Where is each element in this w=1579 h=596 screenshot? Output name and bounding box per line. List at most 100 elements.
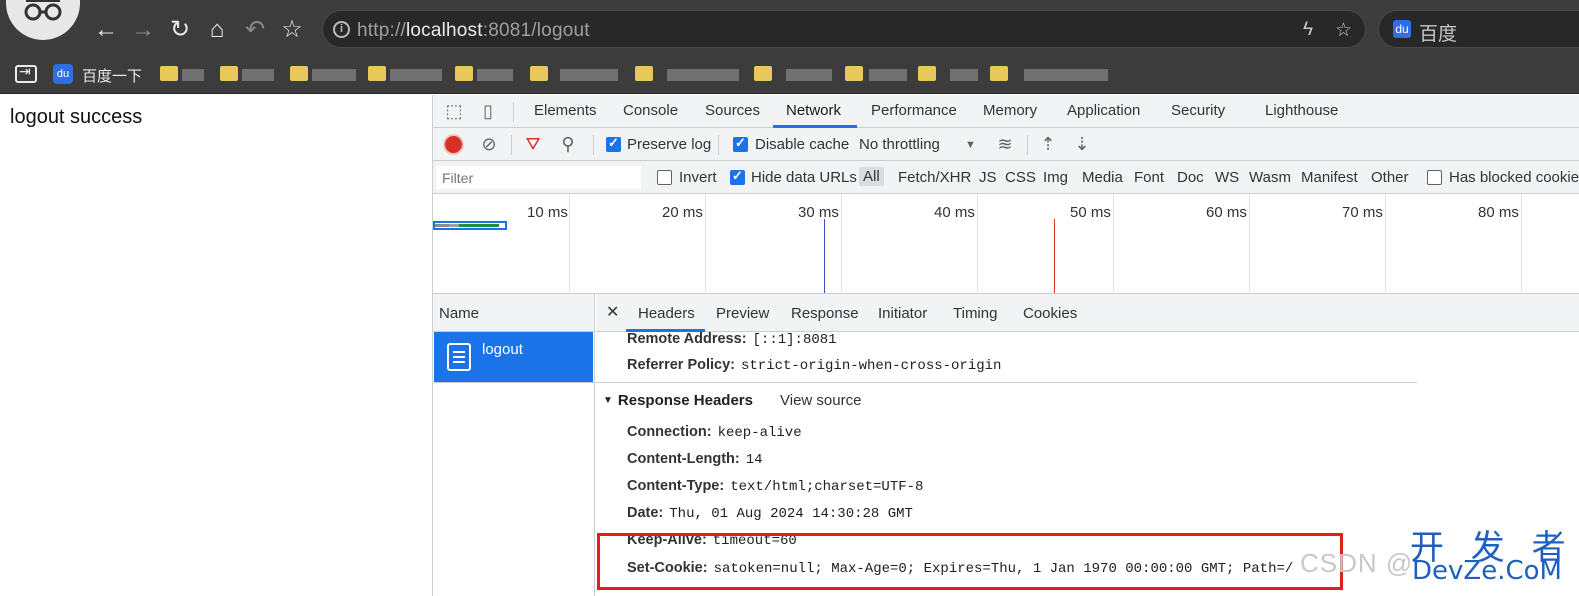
lightning-icon[interactable]: ϟ (1303, 19, 1313, 41)
folder-icon[interactable] (368, 66, 386, 81)
incognito-icon[interactable] (6, 0, 80, 40)
folder-icon[interactable] (530, 66, 548, 81)
filter-type-manifest[interactable]: Manifest (1301, 169, 1358, 186)
forward-icon[interactable]: → (130, 17, 156, 43)
back-icon[interactable]: ← (93, 17, 119, 43)
folder-icon[interactable] (990, 66, 1008, 81)
inspect-element-icon[interactable]: ⬚ (443, 100, 465, 122)
folder-icon[interactable] (635, 66, 653, 81)
invert-checkbox[interactable] (657, 170, 672, 185)
filter-type-js[interactable]: JS (979, 169, 997, 186)
bookmark-blurred[interactable] (477, 69, 513, 81)
folder-icon[interactable] (845, 66, 863, 81)
filter-icon[interactable]: ⛛ (522, 133, 544, 155)
clear-icon[interactable]: ⊘ (478, 133, 500, 155)
header-row[interactable]: Content-Type: text/html;charset=UTF-8 (627, 478, 923, 495)
bookmark-blurred[interactable] (869, 69, 907, 81)
request-name: logout (482, 341, 523, 358)
folder-icon[interactable] (455, 66, 473, 81)
filter-type-doc[interactable]: Doc (1177, 169, 1204, 186)
filter-type-css[interactable]: CSS (1005, 169, 1036, 186)
filter-input[interactable] (436, 166, 641, 189)
tab-elements[interactable]: Elements (534, 102, 597, 119)
header-row[interactable]: Date: Thu, 01 Aug 2024 14:30:28 GMT (627, 505, 913, 522)
apps-icon[interactable] (15, 63, 37, 83)
bookmark-baidu[interactable]: 百度一下 (82, 65, 142, 86)
tab-performance[interactable]: Performance (871, 102, 957, 119)
folder-icon[interactable] (290, 66, 308, 81)
tab-security[interactable]: Security (1171, 102, 1225, 119)
timeline-label: 40 ms (934, 204, 975, 221)
bookmark-blurred[interactable] (667, 69, 739, 81)
folder-icon[interactable] (918, 66, 936, 81)
tab-console[interactable]: Console (623, 102, 678, 119)
request-row-selected[interactable]: logout (434, 332, 593, 382)
bookmark-blurred[interactable] (312, 69, 356, 81)
bookmark-blurred[interactable] (786, 69, 832, 81)
site-info-icon[interactable]: i (333, 21, 350, 38)
filter-type-other[interactable]: Other (1371, 169, 1409, 186)
search-icon[interactable]: ⚲ (557, 133, 579, 155)
hide-data-urls-checkbox[interactable] (730, 168, 745, 185)
filter-type-all[interactable]: All (859, 167, 884, 186)
tab-response[interactable]: Response (791, 305, 859, 322)
request-list-header[interactable]: Name (433, 294, 594, 332)
disable-cache-checkbox[interactable] (733, 135, 748, 152)
undo-icon[interactable]: ↶ (242, 17, 268, 43)
bookmark-blurred[interactable] (242, 69, 274, 81)
network-conditions-icon[interactable]: ≋ (994, 133, 1016, 155)
reload-icon[interactable]: ↻ (167, 17, 193, 43)
tab-sources[interactable]: Sources (705, 102, 760, 119)
filter-type-ws[interactable]: WS (1215, 169, 1239, 186)
filter-type-img[interactable]: Img (1043, 169, 1068, 186)
import-har-icon[interactable]: ⇡ (1037, 133, 1059, 155)
export-har-icon[interactable]: ⇣ (1071, 133, 1093, 155)
timeline-gridline (705, 194, 706, 294)
header-key: Date: (627, 505, 664, 521)
url-text[interactable]: http://localhost:8081/logout (357, 20, 590, 42)
tab-initiator[interactable]: Initiator (878, 305, 927, 322)
folder-icon[interactable] (160, 66, 178, 81)
tab-memory[interactable]: Memory (983, 102, 1037, 119)
address-bar[interactable]: i http://localhost:8081/logout ϟ ☆ (322, 10, 1366, 48)
filter-type-font[interactable]: Font (1134, 169, 1164, 186)
response-headers-toggle[interactable]: ▼ Response Headers (603, 392, 753, 409)
filter-type-wasm[interactable]: Wasm (1249, 169, 1291, 186)
bookmark-blurred[interactable] (1024, 69, 1108, 81)
tab-headers[interactable]: Headers (638, 305, 695, 322)
timeline-gridline (841, 194, 842, 294)
invert-label: Invert (679, 169, 717, 186)
bookmark-blurred[interactable] (560, 69, 618, 81)
device-toolbar-icon[interactable]: ▯ (477, 100, 499, 122)
filter-type-media[interactable]: Media (1082, 169, 1123, 186)
timeline-overview[interactable]: 10 ms 20 ms 30 ms 40 ms 50 ms 60 ms 70 m… (433, 194, 1579, 294)
tab-preview[interactable]: Preview (716, 305, 769, 322)
header-row[interactable]: Connection: keep-alive (627, 424, 802, 441)
record-icon[interactable] (445, 136, 462, 153)
tab-application[interactable]: Application (1067, 102, 1140, 119)
has-blocked-cookies-checkbox[interactable] (1427, 170, 1442, 185)
tab-network[interactable]: Network (786, 102, 841, 119)
bookmark-blurred[interactable] (182, 69, 204, 81)
filter-type-fetch-xhr[interactable]: Fetch/XHR (898, 169, 971, 186)
bookmark-blurred[interactable] (390, 69, 442, 81)
bookmark-star-icon[interactable]: ☆ (279, 17, 305, 43)
home-icon[interactable]: ⌂ (204, 17, 230, 43)
star-icon[interactable]: ☆ (1335, 19, 1352, 42)
header-row[interactable]: Referrer Policy: strict-origin-when-cross… (627, 357, 1001, 374)
tab-timing[interactable]: Timing (953, 305, 997, 322)
folder-icon[interactable] (754, 66, 772, 81)
tab-lighthouse[interactable]: Lighthouse (1265, 102, 1338, 119)
folder-icon[interactable] (220, 66, 238, 81)
search-engine-box[interactable]: du 百度 (1378, 10, 1579, 48)
preserve-log-checkbox[interactable] (606, 135, 621, 152)
close-icon[interactable]: ✕ (606, 302, 619, 322)
bookmark-blurred[interactable] (950, 69, 978, 81)
view-source-link[interactable]: View source (780, 392, 861, 409)
tab-cookies[interactable]: Cookies (1023, 305, 1077, 322)
header-row[interactable]: Content-Length: 14 (627, 451, 763, 468)
baidu-bookmark-icon[interactable]: du (53, 64, 73, 84)
header-row[interactable]: Remote Address: [::1]:8081 (627, 331, 837, 348)
chevron-down-icon[interactable]: ▼ (965, 139, 976, 151)
throttling-select[interactable]: No throttling (859, 136, 940, 153)
